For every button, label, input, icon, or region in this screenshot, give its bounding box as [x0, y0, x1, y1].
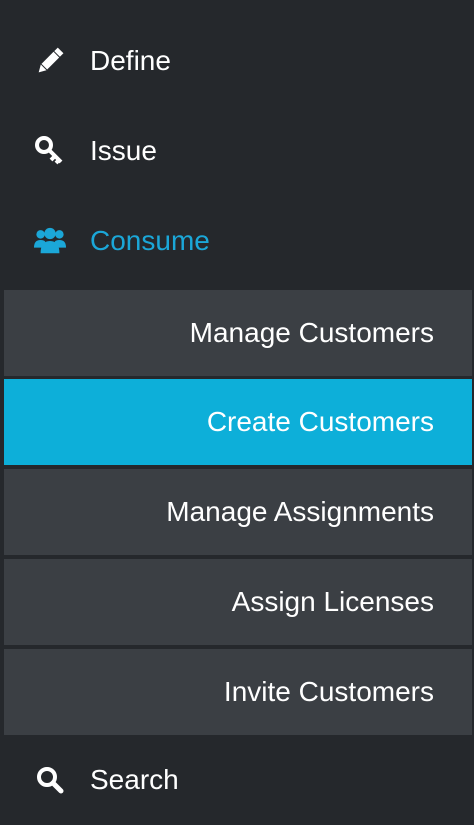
- nav-item-consume-label: Consume: [90, 225, 210, 256]
- pencil-icon: [34, 45, 66, 77]
- nav-item-search-label: Search: [90, 764, 179, 795]
- key-icon: [34, 135, 66, 167]
- submenu-item-manage-assignments[interactable]: Manage Assignments: [4, 469, 472, 555]
- submenu-item-manage-customers[interactable]: Manage Customers: [4, 290, 472, 376]
- submenu-item-assign-licenses[interactable]: Assign Licenses: [4, 559, 472, 645]
- submenu-item-label: Invite Customers: [223, 676, 434, 707]
- submenu-item-create-customers[interactable]: Create Customers: [4, 379, 472, 465]
- submenu-item-label: Create Customers: [206, 406, 434, 437]
- nav-item-search[interactable]: Search: [0, 735, 474, 825]
- users-icon: [34, 225, 66, 257]
- nav-item-define-label: Define: [90, 45, 171, 76]
- sidebar-nav: Define Issue Consume Manage Customers Cr…: [0, 0, 474, 825]
- nav-item-define[interactable]: Define: [0, 16, 474, 106]
- submenu-item-label: Manage Assignments: [166, 496, 434, 527]
- search-icon: [34, 764, 66, 796]
- submenu-item-invite-customers[interactable]: Invite Customers: [4, 649, 472, 735]
- nav-item-issue[interactable]: Issue: [0, 106, 474, 196]
- consume-submenu: Manage Customers Create Customers Manage…: [0, 287, 474, 737]
- nav-item-consume[interactable]: Consume: [0, 196, 474, 286]
- submenu-item-label: Manage Customers: [189, 317, 434, 348]
- submenu-item-label: Assign Licenses: [231, 586, 434, 617]
- nav-item-issue-label: Issue: [90, 135, 157, 166]
